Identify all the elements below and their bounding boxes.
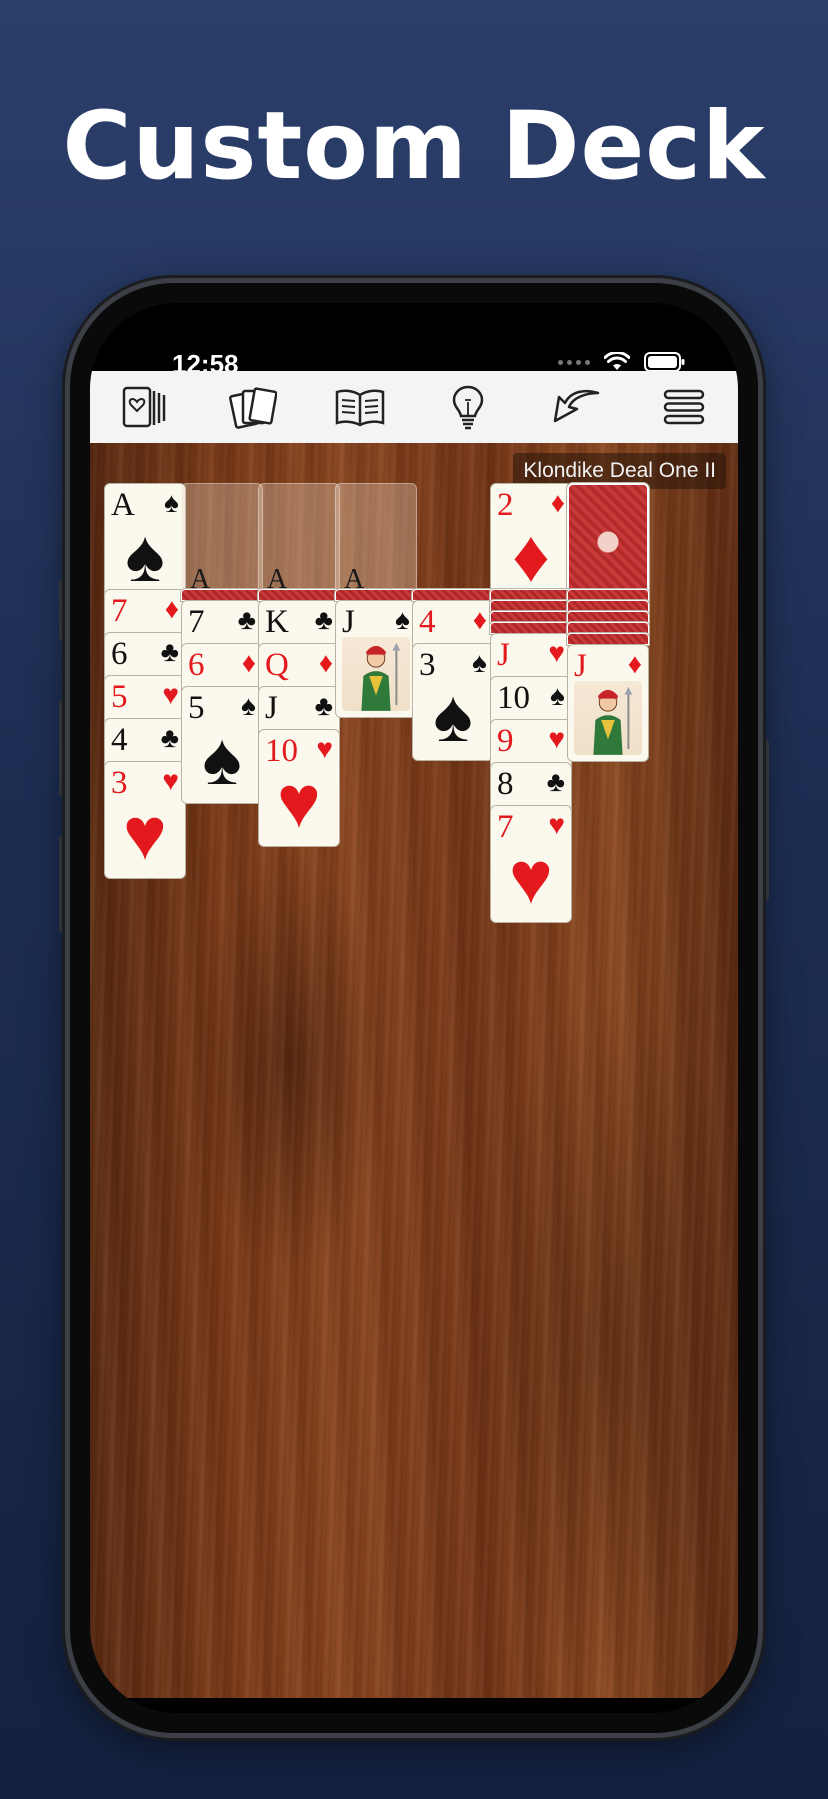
phone-screen: 12:58 Klondike Deal One II A ♠ ♠ A A A 2… xyxy=(90,303,738,1713)
card-suit: ♠ xyxy=(472,648,487,679)
card-suit: ♠ xyxy=(395,605,410,636)
card-suit: ♦ xyxy=(627,649,642,680)
wifi-icon xyxy=(604,352,630,370)
new-game-button[interactable] xyxy=(224,379,280,435)
card-rank: J xyxy=(574,648,587,684)
status-icons xyxy=(558,351,686,373)
undo-button[interactable] xyxy=(548,379,604,435)
stock-pile[interactable] xyxy=(567,483,649,601)
undo-arrow-icon xyxy=(553,389,600,423)
phone-volume-down-button xyxy=(59,836,65,932)
card-suit-large: ♥ xyxy=(277,762,321,844)
card-suit-large: ♥ xyxy=(123,794,167,876)
card-suit-large: ♠ xyxy=(202,719,242,801)
card-suit: ♦ xyxy=(550,488,565,519)
battery-icon xyxy=(644,352,685,372)
card-suit-large: ♥ xyxy=(509,838,553,920)
tableau-card[interactable]: J ♠ xyxy=(335,600,417,718)
card-suit: ♠ xyxy=(241,691,256,722)
deck-select-button[interactable] xyxy=(116,379,172,435)
tableau-card[interactable]: 3 ♠ ♠ xyxy=(412,643,494,761)
phone-volume-up-button xyxy=(59,700,65,796)
card-suit-large: ♦ xyxy=(512,516,550,598)
stacked-cards-icon xyxy=(229,387,277,429)
menu-icon xyxy=(663,389,705,425)
card-suit: ♠ xyxy=(550,681,565,712)
card-rank: J xyxy=(497,637,510,673)
card-suit-large: ♠ xyxy=(125,516,165,598)
home-indicator xyxy=(280,1690,548,1699)
card-suit: ♠ xyxy=(164,488,179,519)
headline: Custom Deck xyxy=(62,92,766,201)
tableau-card[interactable]: J ♦ xyxy=(567,644,649,762)
foundation-slot[interactable]: A xyxy=(335,483,417,601)
card-suit: ♦ xyxy=(164,594,179,625)
book-icon xyxy=(335,389,385,427)
hint-button[interactable] xyxy=(440,379,496,435)
court-figure-image xyxy=(342,637,410,711)
phone-power-button xyxy=(763,740,769,900)
tableau-card[interactable]: 10 ♥ ♥ xyxy=(258,729,340,847)
phone-frame: 12:58 Klondike Deal One II A ♠ ♠ A A A 2… xyxy=(70,283,758,1733)
foundation-slot[interactable]: A xyxy=(258,483,340,601)
foundation-slot[interactable]: A xyxy=(181,483,263,601)
card-suit: ♦ xyxy=(318,648,333,679)
card-rank: 7 xyxy=(111,593,128,629)
tableau-card[interactable]: 7 ♥ ♥ xyxy=(490,805,572,923)
tableau-card[interactable]: 3 ♥ ♥ xyxy=(104,761,186,879)
tableau-card[interactable]: 5 ♠ ♠ xyxy=(181,686,263,804)
waste-card[interactable]: 2 ♦ ♦ xyxy=(490,483,572,601)
card-rank: 2 xyxy=(497,487,514,523)
card-suit-large: ♠ xyxy=(433,676,473,758)
card-rank: J xyxy=(342,604,355,640)
signal-dots-icon xyxy=(558,359,590,365)
card-rank: 6 xyxy=(188,647,205,683)
cards-hearts-icon xyxy=(122,386,166,428)
card-suit: ♦ xyxy=(241,648,256,679)
game-table: Klondike Deal One II A♠♠AAA2♦♦7♦♦6♣♣5♥♥4… xyxy=(90,443,738,1698)
foundation-card[interactable]: A ♠ ♠ xyxy=(104,483,186,601)
game-toolbar xyxy=(90,371,738,443)
lightbulb-icon xyxy=(452,385,484,430)
phone-side-button xyxy=(59,580,65,640)
card-rank: 4 xyxy=(419,604,436,640)
card-suit: ♦ xyxy=(472,605,487,636)
menu-button[interactable] xyxy=(656,379,712,435)
rules-button[interactable] xyxy=(332,379,388,435)
court-figure-image xyxy=(574,681,642,755)
